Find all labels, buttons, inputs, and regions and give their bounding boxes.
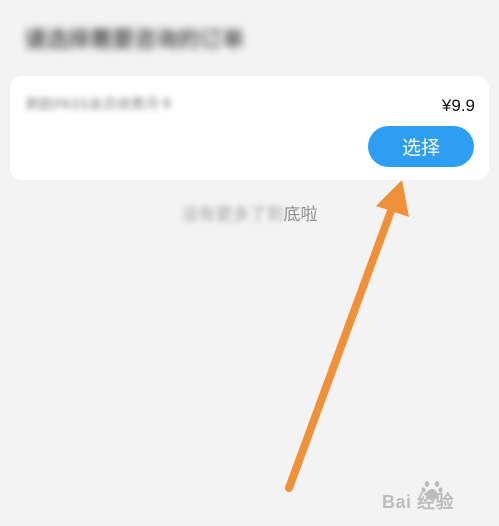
order-card[interactable]: 刷脸PASS会员续费月卡 ¥9.9 选择: [10, 76, 489, 180]
watermark-text: Bai 经验: [382, 492, 455, 512]
order-price: ¥9.9: [441, 96, 475, 115]
end-of-list-text: 没有更多了到底啦: [0, 200, 499, 225]
select-button[interactable]: 选择: [368, 126, 474, 167]
page-title: 请选择需要咨询的订单: [24, 28, 245, 53]
end-of-list-prefix: 没有更多了到: [181, 205, 284, 225]
order-name: 刷脸PASS会员续费月卡: [26, 97, 173, 113]
baidu-watermark: Bai 经验: [382, 476, 492, 516]
end-of-list-suffix: 底啦: [283, 205, 318, 225]
